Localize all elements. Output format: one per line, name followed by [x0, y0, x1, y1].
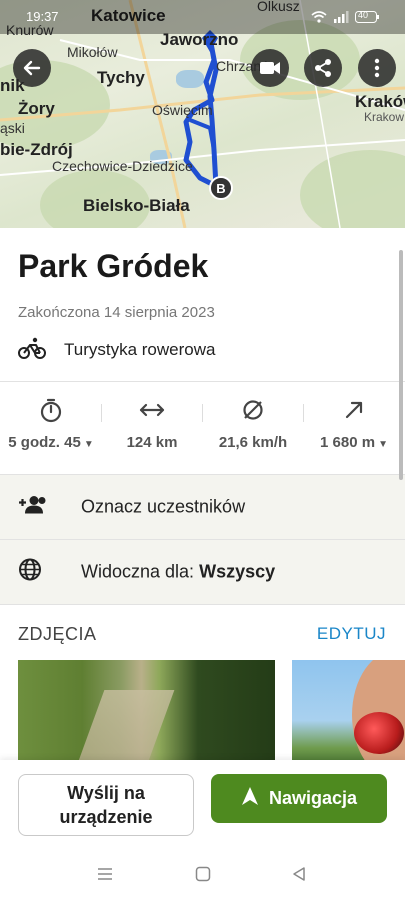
battery-icon: 40 [355, 10, 379, 28]
visibility-value: Wszyscy [199, 561, 276, 582]
stat-duration-value: 5 godz. 45 [8, 434, 81, 451]
globe-icon [18, 558, 42, 587]
signal-icon [333, 10, 349, 28]
route-title: Park Gródek [18, 248, 209, 284]
video-button[interactable] [251, 49, 289, 87]
divider [0, 381, 405, 382]
map-label: ąski [0, 120, 25, 136]
activity-label: Turystyka rowerowa [64, 340, 216, 359]
menu-icon[interactable] [97, 866, 113, 887]
visibility-row[interactable]: Widoczna dla: Wszyscy [0, 540, 405, 604]
distance-arrows-icon [139, 402, 165, 423]
visibility-prefix: Widoczna dla: [81, 561, 195, 582]
elevation-arrow-icon [344, 400, 364, 425]
stopwatch-icon [39, 397, 63, 428]
bicycle-icon [18, 336, 46, 365]
status-bar: 19:37 40 [0, 0, 405, 34]
system-navigation-bar [0, 850, 405, 900]
share-button[interactable] [304, 49, 342, 87]
map-label: bie-Zdrój [0, 140, 73, 159]
back-button[interactable] [13, 49, 51, 87]
battery-level: 40 [358, 10, 369, 20]
more-options-button[interactable] [358, 49, 396, 87]
stat-speed-value: 21,6 km/h [218, 434, 288, 451]
map-label: Krakow [364, 110, 405, 124]
photos-header: ZDJĘCIA [18, 624, 97, 644]
video-camera-icon [259, 60, 281, 76]
send-to-device-button[interactable]: Wyślij na urządzenie [18, 774, 194, 836]
divider [0, 604, 405, 605]
navigate-button[interactable]: Nawigacja [211, 774, 387, 823]
completed-date: Zakończona 14 sierpnia 2023 [18, 304, 215, 321]
map-label: Czechowice-Dziedzice [52, 158, 193, 174]
stat-elevation[interactable]: 1 680 m ▼ [303, 398, 405, 460]
stat-distance: 124 km [101, 398, 203, 460]
tag-participants-label: Oznacz uczestników [81, 496, 246, 517]
map-label: Bielsko-Biała [83, 196, 190, 215]
map-label: Kraków [355, 92, 405, 111]
map-label: Mikołów [67, 44, 118, 60]
stat-distance-value: 124 km [126, 434, 178, 451]
status-time: 19:37 [26, 9, 59, 24]
route-stats: 5 godz. 45 ▼ 124 km 21,6 km/h 1 680 m ▼ [0, 398, 405, 460]
route-map[interactable]: Katowice Olkusz Knurów Mikołów Jaworzno … [0, 0, 405, 228]
tag-participants-row[interactable]: Oznacz uczestników [0, 475, 405, 539]
stat-elevation-value: 1 680 m [320, 434, 376, 451]
back-triangle-icon[interactable] [291, 866, 307, 887]
action-bar: Wyślij na urządzenie Nawigacja [0, 760, 405, 850]
average-speed-icon [241, 398, 265, 427]
visibility-text: Widoczna dla: Wszyscy [81, 562, 275, 583]
route-end-marker[interactable]: B [209, 176, 233, 200]
caret-down-icon: ▼ [378, 439, 388, 450]
home-icon[interactable] [195, 866, 211, 887]
activity-type: Turystyka rowerowa [18, 336, 215, 364]
map-label: Żory [18, 99, 55, 118]
photo-thumbnail[interactable] [292, 660, 405, 770]
wifi-icon [311, 10, 327, 28]
navigation-arrow-icon [241, 786, 269, 811]
arrow-left-icon [22, 58, 42, 78]
send-label-line2: urządzenie [59, 807, 153, 827]
caret-down-icon: ▼ [83, 439, 94, 450]
edit-photos-link[interactable]: EDYTUJ [317, 624, 386, 644]
share-icon [313, 58, 333, 78]
more-vertical-icon [374, 58, 380, 78]
stat-speed: 21,6 km/h [202, 398, 304, 460]
scrollbar[interactable] [399, 250, 403, 480]
map-label: Oświęcim [152, 102, 213, 118]
navigate-label: Nawigacja [268, 788, 358, 808]
map-label: Tychy [97, 68, 145, 87]
add-people-icon [18, 495, 46, 520]
photo-thumbnail[interactable] [18, 660, 275, 770]
stat-duration[interactable]: 5 godz. 45 ▼ [0, 398, 102, 460]
send-label-line1: Wyślij na [67, 783, 145, 803]
